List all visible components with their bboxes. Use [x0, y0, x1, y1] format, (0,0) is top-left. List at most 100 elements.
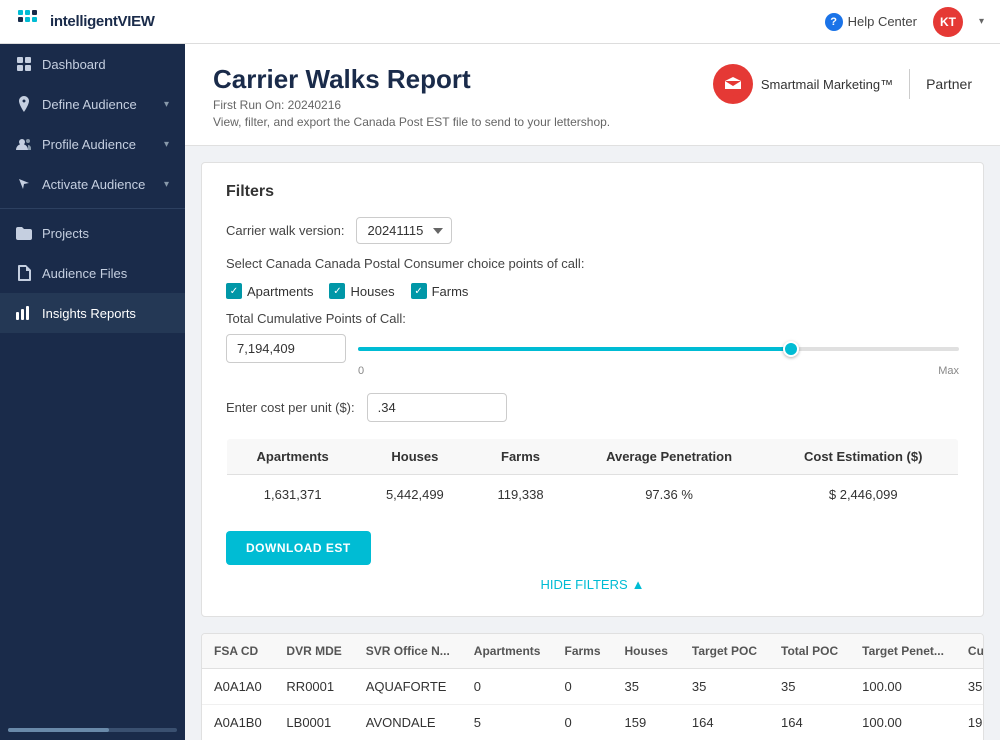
- logo-icon: [16, 8, 44, 36]
- sidebar-item-audience-files[interactable]: Audience Files: [0, 253, 185, 293]
- cost-label: Enter cost per unit ($):: [226, 400, 355, 415]
- data-table-card: FSA CD DVR MDE SVR Office N... Apartment…: [201, 633, 984, 740]
- sidebar-item-dashboard[interactable]: Dashboard: [0, 44, 185, 84]
- data-table-header-row: FSA CD DVR MDE SVR Office N... Apartment…: [202, 634, 984, 669]
- sidebar-bottom: [0, 712, 185, 740]
- page-subtitle: View, filter, and export the Canada Post…: [213, 115, 610, 129]
- partner-label: Partner: [926, 76, 972, 92]
- profile-audience-chevron: ▾: [164, 139, 169, 150]
- app-logo: intelligentVIEW: [16, 8, 155, 36]
- slider-min: 0: [358, 365, 364, 377]
- sidebar-item-activate-audience-label: Activate Audience: [42, 177, 154, 192]
- hide-filters-text: HIDE FILTERS: [540, 577, 627, 592]
- sidebar-item-projects[interactable]: Projects: [0, 213, 185, 253]
- help-icon: ?: [825, 13, 843, 31]
- top-nav-right: ? Help Center KT ▾: [825, 7, 984, 37]
- col-target-poc: Target POC: [680, 634, 769, 669]
- consumer-choice-label: Select Canada Canada Postal Consumer cho…: [226, 256, 584, 271]
- row2-fsa-cd: A0A1B0: [202, 705, 274, 740]
- consumer-choice-row: Select Canada Canada Postal Consumer cho…: [226, 256, 959, 271]
- summary-col-cost-estimation: Cost Estimation ($): [768, 439, 958, 475]
- summary-cost-estimation-value: $ 2,446,099: [768, 475, 958, 515]
- sidebar: Dashboard Define Audience ▾ Profile Audi…: [0, 44, 185, 740]
- summary-col-apartments: Apartments: [227, 439, 359, 475]
- farms-checkmark: ✓: [414, 286, 422, 297]
- col-farms: Farms: [552, 634, 612, 669]
- page-first-run: First Run On: 20240216: [213, 98, 610, 112]
- row1-svr-office: AQUAFORTE: [354, 669, 462, 705]
- user-initials: KT: [940, 15, 956, 29]
- page-header: Carrier Walks Report First Run On: 20240…: [185, 44, 1000, 146]
- sidebar-item-profile-audience-label: Profile Audience: [42, 137, 154, 152]
- cumulative-label: Total Cumulative Points of Call:: [226, 311, 959, 326]
- col-svr-office: SVR Office N...: [354, 634, 462, 669]
- carrier-walk-filter-row: Carrier walk version: 20241115: [226, 217, 959, 244]
- cost-row: Enter cost per unit ($):: [226, 393, 959, 422]
- grid-icon: [16, 56, 32, 72]
- slider-value-input[interactable]: [226, 334, 346, 363]
- summary-houses-value: 5,442,499: [358, 475, 471, 515]
- col-total-poc: Total POC: [769, 634, 850, 669]
- row1-fsa-cd: A0A1A0: [202, 669, 274, 705]
- sidebar-item-projects-label: Projects: [42, 226, 169, 241]
- apartments-checkbox-box: ✓: [226, 283, 242, 299]
- checkbox-farms[interactable]: ✓ Farms: [411, 283, 469, 299]
- slider-thumb[interactable]: [783, 341, 799, 357]
- hide-filters-link[interactable]: HIDE FILTERS ▲: [540, 577, 644, 592]
- help-center-button[interactable]: ? Help Center: [825, 13, 917, 31]
- slider-row: [226, 334, 959, 363]
- carrier-walk-select[interactable]: 20241115: [356, 217, 452, 244]
- row1-target-poc: 35: [680, 669, 769, 705]
- cost-input[interactable]: [367, 393, 507, 422]
- sidebar-item-activate-audience[interactable]: Activate Audience ▾: [0, 164, 185, 204]
- partner-divider: [909, 69, 910, 99]
- user-menu-chevron[interactable]: ▾: [979, 16, 984, 27]
- summary-table-header-row: Apartments Houses Farms Average Penetrat…: [227, 439, 959, 475]
- summary-col-houses: Houses: [358, 439, 471, 475]
- activate-audience-chevron: ▾: [164, 179, 169, 190]
- row1-farms: 0: [552, 669, 612, 705]
- sidebar-scroll-thumb: [8, 728, 109, 732]
- row2-total-poc: 164: [769, 705, 850, 740]
- chart-icon: [16, 305, 32, 321]
- sidebar-item-insights-reports[interactable]: Insights Reports: [0, 293, 185, 333]
- col-target-penet: Target Penet...: [850, 634, 956, 669]
- filters-card: Filters Carrier walk version: 20241115 S…: [201, 162, 984, 617]
- row1-apartments: 0: [462, 669, 553, 705]
- slider-track-container[interactable]: [358, 339, 959, 359]
- smartmail-icon: [713, 64, 753, 104]
- row1-dvr-mde: RR0001: [274, 669, 353, 705]
- col-fsa-cd: FSA CD: [202, 634, 274, 669]
- col-houses: Houses: [613, 634, 680, 669]
- sidebar-item-define-audience[interactable]: Define Audience ▾: [0, 84, 185, 124]
- row2-apartments: 5: [462, 705, 553, 740]
- checkbox-houses[interactable]: ✓ Houses: [329, 283, 394, 299]
- summary-table-data-row: 1,631,371 5,442,499 119,338 97.36 % $ 2,…: [227, 475, 959, 515]
- row1-total-poc: 35: [769, 669, 850, 705]
- sidebar-item-define-audience-label: Define Audience: [42, 97, 154, 112]
- download-est-button[interactable]: DOWNLOAD EST: [226, 531, 371, 565]
- smartmail-text: Smartmail Marketing™: [761, 77, 893, 92]
- summary-farms-value: 119,338: [471, 475, 569, 515]
- main-layout: Dashboard Define Audience ▾ Profile Audi…: [0, 44, 1000, 740]
- page-title-block: Carrier Walks Report First Run On: 20240…: [213, 64, 610, 129]
- row2-houses: 159: [613, 705, 680, 740]
- filters-title: Filters: [226, 183, 959, 201]
- data-table: FSA CD DVR MDE SVR Office N... Apartment…: [202, 634, 984, 740]
- apartments-checkmark: ✓: [230, 286, 238, 297]
- pin-icon: [16, 96, 32, 112]
- row1-houses: 35: [613, 669, 680, 705]
- apartments-checkbox-label: Apartments: [247, 284, 313, 299]
- folder-icon: [16, 225, 32, 241]
- user-avatar[interactable]: KT: [933, 7, 963, 37]
- row1-cum-total: 35: [956, 669, 984, 705]
- summary-avg-penetration-value: 97.36 %: [570, 475, 769, 515]
- farms-checkbox-label: Farms: [432, 284, 469, 299]
- table-row: A0A1A0 RR0001 AQUAFORTE 0 0 35 35 35 100…: [202, 669, 984, 705]
- sidebar-item-profile-audience[interactable]: Profile Audience ▾: [0, 124, 185, 164]
- hide-filters-chevron-up: ▲: [632, 577, 645, 592]
- sidebar-scroll-indicator: [8, 728, 177, 732]
- col-dvr-mde: DVR MDE: [274, 634, 353, 669]
- col-apartments: Apartments: [462, 634, 553, 669]
- checkbox-apartments[interactable]: ✓ Apartments: [226, 283, 313, 299]
